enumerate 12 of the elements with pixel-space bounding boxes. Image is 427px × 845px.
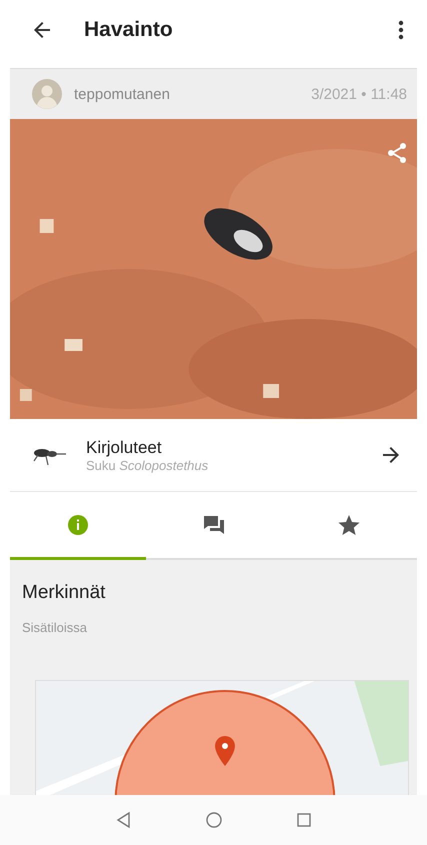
section-title: Merkinnät (22, 582, 106, 604)
avatar-icon (32, 79, 62, 109)
share-icon[interactable] (385, 141, 409, 165)
screen-title: Havainto (84, 18, 173, 42)
taxon-rank: Suku Scolopostethus (86, 458, 210, 472)
home-icon[interactable] (204, 810, 224, 830)
star-icon (337, 512, 362, 536)
observation-date: 3/2021 • 11:48 (311, 86, 407, 102)
taxon-name: Kirjoluteet (86, 438, 163, 458)
info-icon (66, 512, 90, 536)
username[interactable]: teppomutanen (74, 86, 170, 102)
annotation-value: Sisätiloissa (22, 620, 88, 635)
